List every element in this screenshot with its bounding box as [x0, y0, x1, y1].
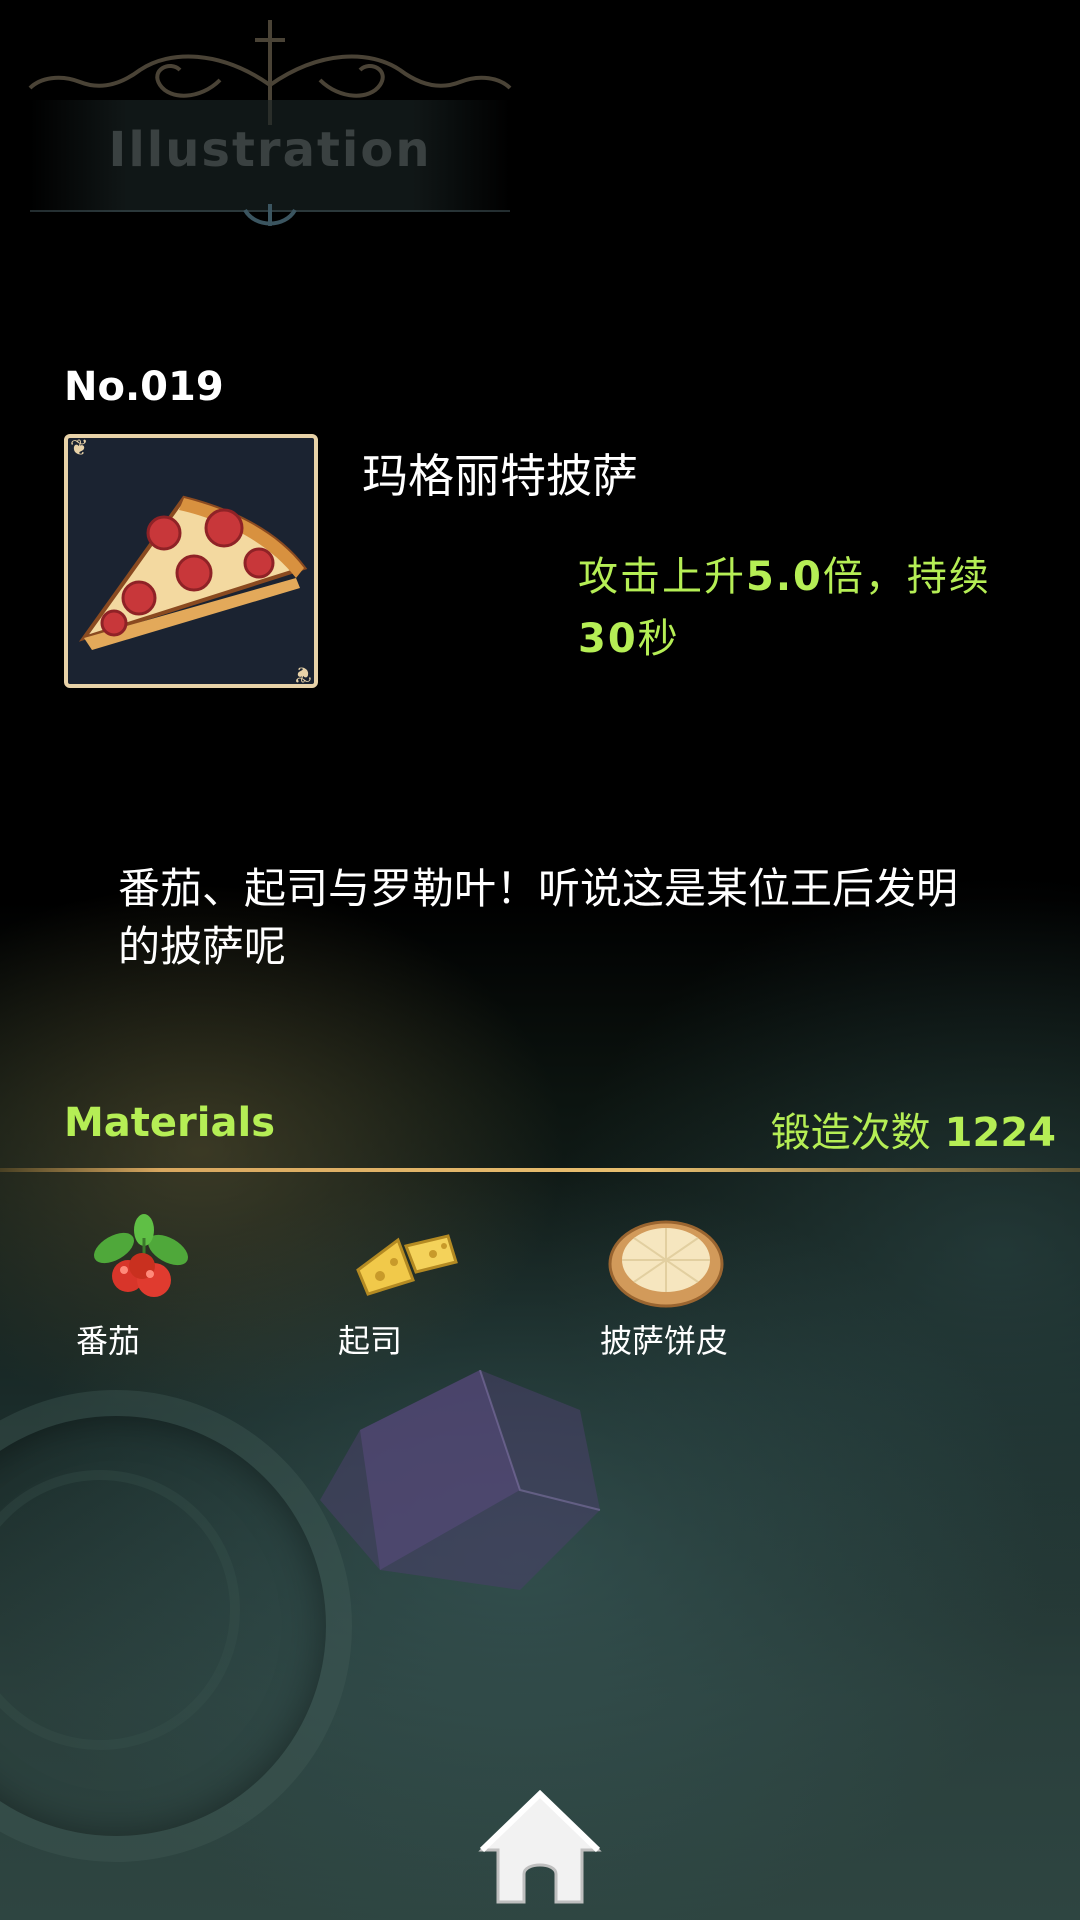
home-button[interactable] [474, 1789, 606, 1906]
tomato-icon [94, 1214, 188, 1297]
item-name: 玛格丽特披萨 [362, 449, 638, 503]
material-name: 番茄 [76, 1322, 141, 1360]
pizza-crust-icon [608, 1220, 724, 1308]
item-effect: 攻击上升5.0倍，持续 30秒 [578, 546, 1048, 670]
material-name: 起司 [338, 1322, 403, 1360]
material-item[interactable]: 披萨饼皮 [590, 1210, 790, 1370]
home-icon [478, 1789, 602, 1904]
frame-corner-ornament: ❦ [70, 436, 89, 461]
effect-suffix: 秒 [637, 616, 680, 662]
material-item[interactable]: 番茄 [66, 1210, 266, 1370]
material-name: 披萨饼皮 [600, 1322, 729, 1360]
forge-count-label: 锻造次数 [770, 1110, 931, 1156]
material-item[interactable]: 起司 [328, 1210, 528, 1370]
forge-count: 锻造次数 1224 [771, 1100, 1056, 1158]
forge-count-value: 1224 [944, 1110, 1056, 1156]
cheese-icon [356, 1234, 458, 1296]
item-description: 番茄、起司与罗勒叶！听说这是某位王后发明的披萨呢 [118, 864, 959, 971]
materials-label: Materials [64, 1100, 275, 1146]
effect-middle: 倍，持续 [822, 554, 991, 600]
page-title: Illustration [108, 122, 432, 178]
item-image-frame: ❦ ❦ [64, 434, 318, 688]
item-number: No.019 [64, 364, 224, 410]
header-bottom-ornament [243, 204, 297, 226]
effect-multiplier: 5.0 [746, 554, 823, 600]
effect-prefix: 攻击上升 [578, 554, 746, 600]
effect-duration: 30 [578, 616, 638, 662]
pizza-slice-icon [78, 495, 308, 650]
header: Illustration [10, 0, 530, 240]
background-crystal [320, 1370, 601, 1590]
illustration-screen: Illustration No.019 ❦ ❦ 玛格丽特披萨 攻击上升5.0倍，… [0, 0, 1080, 1920]
materials-divider [0, 1168, 1080, 1172]
